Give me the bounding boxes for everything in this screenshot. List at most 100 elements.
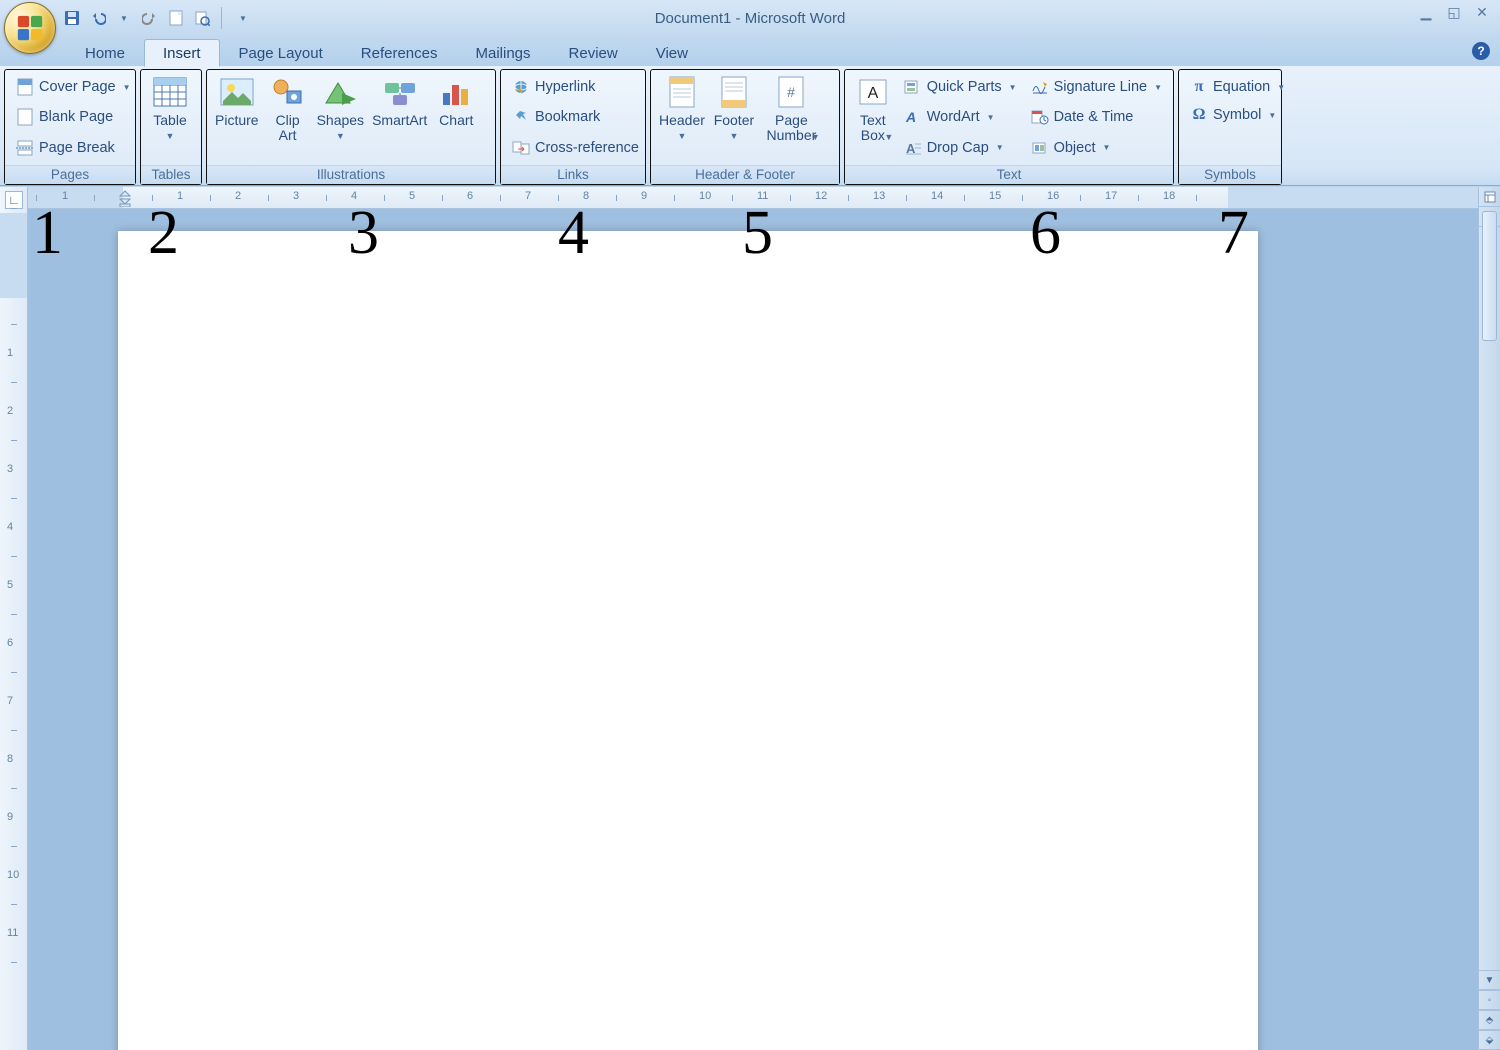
bookmark-icon [512,108,530,126]
save-icon[interactable] [62,8,82,28]
header-button[interactable]: Header ▼ [655,72,709,163]
dropdown-icon: ▼ [884,130,893,145]
horizontal-ruler[interactable]: 21123456789101112131415161718 [28,187,1478,209]
page-viewport[interactable] [28,209,1478,1050]
object-icon [1031,139,1049,157]
group-illustrations-label: Illustrations [207,165,495,184]
dropdown-icon: ▼ [123,83,131,92]
picture-button[interactable]: Picture [211,72,263,163]
blank-page-label: Blank Page [39,109,113,125]
restore-button[interactable]: ◱ [1444,4,1464,20]
group-tables-label: Tables [141,165,201,184]
dropdown-icon: ▼ [1009,83,1017,92]
undo-icon[interactable] [88,8,108,28]
next-page-icon[interactable]: ⬙ [1479,1030,1500,1050]
cover-page-button[interactable]: Cover Page▼ [13,76,127,98]
ruler-toggle-icon[interactable] [1479,187,1500,207]
wordart-icon: A [904,108,922,126]
chart-button[interactable]: Chart [431,72,481,163]
cover-page-icon [16,78,34,96]
page-number-icon: # [773,74,809,110]
crossref-label: Cross-reference [535,140,639,156]
signature-button[interactable]: Signature Line▼ [1028,76,1165,98]
bookmark-button[interactable]: Bookmark [509,106,637,128]
tab-selector[interactable]: ∟ [5,191,23,209]
vertical-ruler[interactable]: ∟ 1234567891011 [0,187,28,1050]
tab-home[interactable]: Home [66,39,144,66]
dropdown-icon: ▼ [1268,111,1276,120]
group-links-label: Links [501,165,645,184]
textbox-label: Text Box [860,113,886,143]
shapes-label: Shapes [317,113,364,128]
blank-page-icon [16,108,34,126]
dropdown-icon: ▼ [987,113,995,122]
svg-text:A: A [868,85,879,102]
clipart-icon [270,74,306,110]
shapes-button[interactable]: Shapes ▼ [313,72,368,163]
tab-insert[interactable]: Insert [144,39,220,67]
object-button[interactable]: Object ▼ [1028,137,1165,159]
document-area: ∟ 1234567891011 211234567891011121314151… [0,187,1500,1050]
indent-marker-icon[interactable] [118,189,132,207]
symbol-button[interactable]: Ω Symbol▼ [1187,104,1273,126]
header-icon [664,74,700,110]
scroll-down-icon[interactable]: ▼ [1479,970,1500,990]
minimize-button[interactable]: ▁ [1416,4,1436,20]
header-label: Header [659,113,705,128]
table-button[interactable]: Table ▼ [145,72,195,163]
equation-button[interactable]: π Equation▼ [1187,76,1273,98]
redo-icon[interactable] [140,8,160,28]
tab-mailings[interactable]: Mailings [457,39,550,66]
document-page[interactable] [118,231,1258,1050]
cover-page-label: Cover Page [39,79,116,95]
undo-dropdown-icon[interactable]: ▼ [114,8,134,28]
close-button[interactable]: ✕ [1472,4,1492,20]
scroll-thumb[interactable] [1482,211,1497,341]
tab-page-layout[interactable]: Page Layout [220,39,342,66]
help-icon[interactable]: ? [1472,42,1490,60]
wordart-button[interactable]: A WordArt▼ [901,106,1020,128]
equation-label: Equation [1213,79,1270,95]
office-button[interactable] [4,2,56,54]
datetime-button[interactable]: Date & Time [1028,106,1165,128]
table-icon [152,74,188,110]
svg-text:#: # [787,84,795,100]
datetime-icon [1031,108,1049,126]
group-pages-label: Pages [5,165,135,184]
dropdown-icon: ▼ [1277,83,1285,92]
object-label: Object [1054,140,1096,156]
vertical-scrollbar[interactable]: ▲ ▼ ◦ ⬘ ⬙ [1478,187,1500,1050]
prev-page-icon[interactable]: ⬘ [1479,1010,1500,1030]
tab-references[interactable]: References [342,39,457,66]
separator [221,7,224,29]
textbox-icon: A [855,74,891,110]
qat-customize-icon[interactable]: ▼ [233,8,253,28]
dropcap-button[interactable]: A Drop Cap▼ [901,137,1020,159]
clipart-button[interactable]: Clip Art [263,72,313,163]
dropdown-icon: ▼ [166,129,175,144]
tab-view[interactable]: View [637,39,707,66]
smartart-button[interactable]: SmartArt [368,72,431,163]
signature-icon [1031,78,1049,96]
page-number-label: Page Number [766,113,816,143]
group-symbols: π Equation▼ Ω Symbol▼ Symbols [1178,69,1282,185]
print-preview-icon[interactable] [192,8,212,28]
new-doc-icon[interactable] [166,8,186,28]
crossref-button[interactable]: Cross-reference [509,137,637,159]
blank-page-button[interactable]: Blank Page [13,106,127,128]
tab-review[interactable]: Review [550,39,637,66]
dropdown-icon: ▼ [1102,143,1110,152]
group-text: A Text Box ▼ Quick Parts▼ A WordArt▼ A D… [844,69,1174,185]
browse-object-icon[interactable]: ◦ [1479,990,1500,1010]
dropdown-icon: ▼ [811,130,820,145]
hyperlink-icon [512,78,530,96]
hyperlink-button[interactable]: Hyperlink [509,76,637,98]
quickparts-icon [904,78,922,96]
hyperlink-label: Hyperlink [535,79,595,95]
page-number-button[interactable]: # Page Number ▼ [759,72,824,163]
textbox-button[interactable]: A Text Box ▼ [849,72,897,163]
footer-button[interactable]: Footer ▼ [709,72,759,163]
equation-icon: π [1190,78,1208,96]
page-break-button[interactable]: Page Break [13,137,127,159]
quickparts-button[interactable]: Quick Parts▼ [901,76,1020,98]
